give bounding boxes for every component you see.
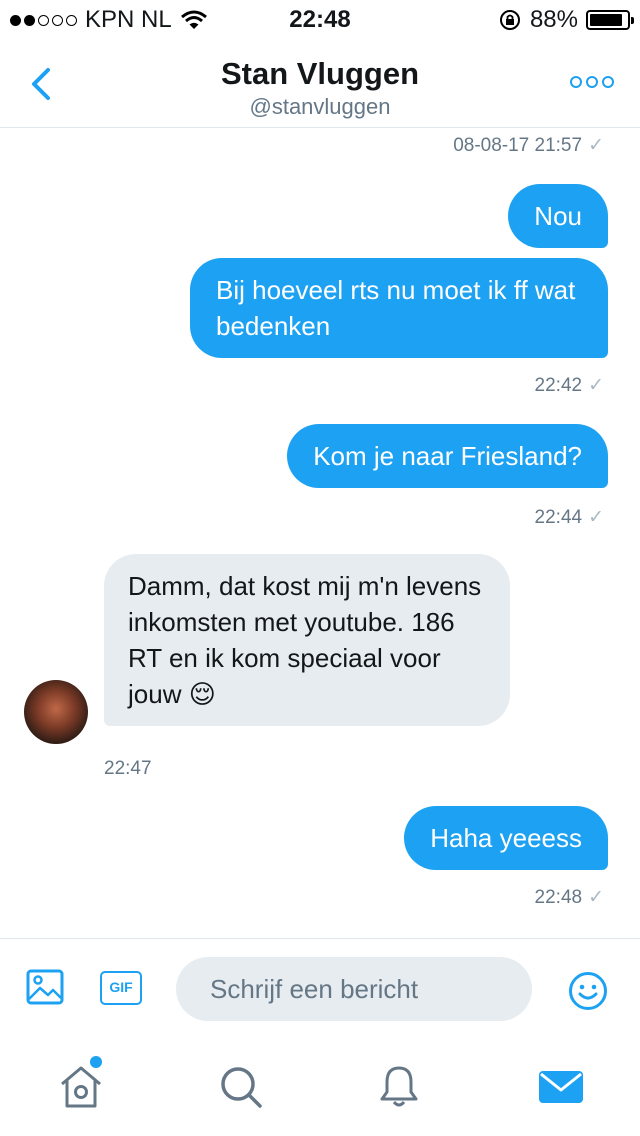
status-bar: KPN NL 22:48 88% — [0, 0, 640, 40]
message-timestamp: 22:47 — [104, 758, 152, 779]
message-bubble-incoming[interactable]: Damm, dat kost mij m'n levens inkomsten … — [104, 554, 510, 726]
message-timestamp: 22:42 ✓ — [534, 375, 604, 396]
sent-check-icon: ✓ — [588, 135, 604, 156]
notification-dot — [90, 1056, 102, 1068]
orientation-lock-icon — [499, 10, 520, 30]
message-input[interactable] — [176, 957, 532, 1021]
battery-icon — [586, 10, 634, 30]
message-composer: GIF — [0, 938, 640, 1038]
sent-check-icon: ✓ — [588, 887, 604, 908]
image-icon[interactable] — [26, 969, 64, 1005]
battery-percent: 88% — [529, 6, 578, 33]
conversation-title[interactable]: Stan Vluggen — [0, 56, 640, 92]
search-icon[interactable] — [216, 1062, 266, 1112]
message-timestamp: 08-08-17 21:57 ✓ — [453, 135, 604, 156]
bell-icon[interactable] — [374, 1062, 424, 1112]
battery-fill — [590, 14, 622, 26]
message-bubble-outgoing[interactable]: Nou — [508, 184, 608, 248]
message-bubble-outgoing[interactable]: Bij hoeveel rts nu moet ik ff wat bedenk… — [190, 258, 608, 358]
conversation-header: Stan Vluggen @stanvluggen — [0, 40, 640, 128]
gif-icon[interactable]: GIF — [100, 971, 142, 1005]
message-timestamp: 22:44 ✓ — [534, 507, 604, 528]
message-list[interactable]: 08-08-17 21:57 ✓ Nou Bij hoeveel rts nu m… — [0, 128, 640, 938]
more-horizontal-icon[interactable] — [570, 76, 614, 92]
sent-check-icon: ✓ — [588, 507, 604, 528]
smiley-icon[interactable] — [568, 971, 608, 1011]
sent-check-icon: ✓ — [588, 375, 604, 396]
mail-icon[interactable] — [536, 1062, 586, 1112]
message-bubble-outgoing[interactable]: Kom je naar Friesland? — [287, 424, 608, 488]
message-timestamp: 22:48 ✓ — [534, 887, 604, 908]
home-icon[interactable] — [56, 1062, 106, 1112]
message-bubble-outgoing[interactable]: Haha yeeess — [404, 806, 608, 870]
tab-bar — [0, 1038, 640, 1136]
avatar[interactable] — [24, 680, 88, 744]
status-right: 88% — [498, 6, 634, 34]
conversation-handle[interactable]: @stanvluggen — [0, 94, 640, 120]
